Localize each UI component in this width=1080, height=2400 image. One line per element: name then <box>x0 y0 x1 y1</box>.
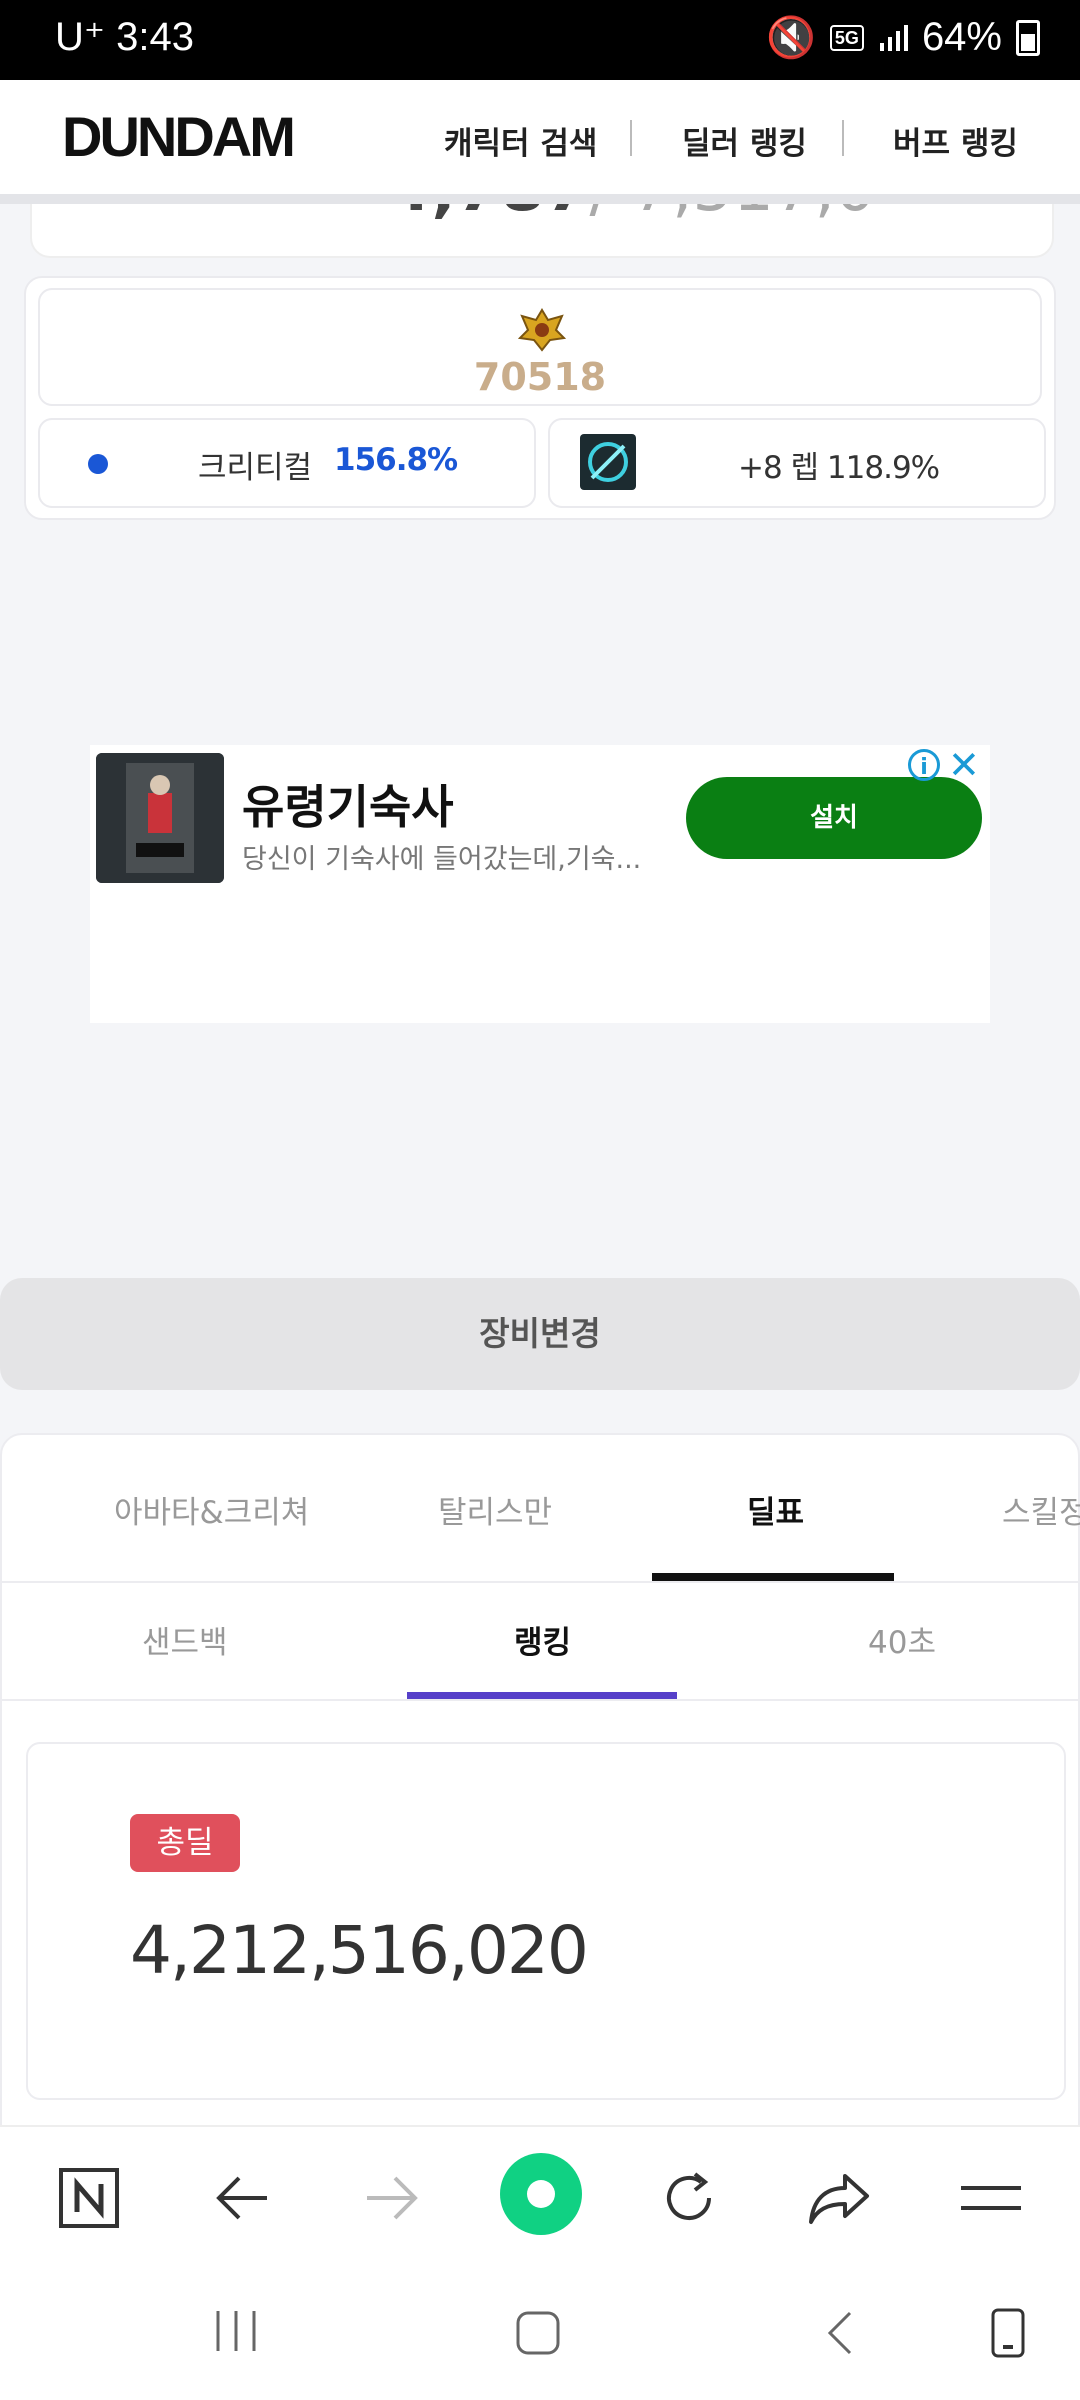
fame-box: 70518 <box>38 288 1042 406</box>
crit-value: 156.8% <box>334 442 458 478</box>
fame-emblem-icon <box>518 308 566 352</box>
fame-value: 70518 <box>473 355 607 399</box>
naver-home-icon[interactable] <box>54 2163 124 2233</box>
subtab-divider <box>2 1699 1080 1701</box>
subtab-sandbag[interactable]: 샌드백 <box>142 1617 228 1662</box>
subtab-40sec[interactable]: 40초 <box>868 1617 936 1662</box>
ad-description[interactable]: 당신이 기숙사에 들어갔는데,기숙... <box>242 837 641 876</box>
tab-avatar-creature[interactable]: 아바타&크리쳐 <box>114 1487 309 1532</box>
ad-banner[interactable]: 유령기숙사 당신이 기숙사에 들어갔는데,기숙... 설치 i ✕ <box>90 743 990 1023</box>
tab-skill[interactable]: 스킬정 <box>1002 1487 1080 1532</box>
site-logo[interactable]: DUNDAM <box>62 104 296 169</box>
nav-divider <box>630 120 632 156</box>
reinforce-text: +8 렙 118.9% <box>738 450 940 486</box>
refresh-icon[interactable] <box>654 2163 724 2233</box>
system-nav-bar <box>0 2265 1080 2400</box>
nav-divider <box>842 120 844 156</box>
header-shadow <box>0 194 1080 204</box>
status-icons: 🔇 5G 64% <box>766 14 1040 61</box>
nav-character-search[interactable]: 캐릭터 검색 <box>444 118 597 163</box>
battery-percent: 64% <box>921 15 1002 59</box>
network-badge: 5G <box>829 24 864 51</box>
total-damage-badge: 총딜 <box>130 1814 240 1872</box>
total-damage-value: 4,212,516,020 <box>130 1912 589 1989</box>
battery-icon <box>1016 19 1040 56</box>
forward-arrow-icon[interactable] <box>356 2163 426 2233</box>
share-icon[interactable] <box>804 2163 874 2233</box>
equip-change-button[interactable]: 장비변경 <box>0 1278 1080 1390</box>
home-icon[interactable] <box>514 2309 562 2357</box>
recents-icon[interactable] <box>212 2309 260 2353</box>
nav-dealer-ranking[interactable]: 딜러 랭킹 <box>682 118 807 163</box>
subtab-active-indicator <box>407 1692 677 1699</box>
site-header: DUNDAM 캐릭터 검색 딜러 랭킹 버프 랭킹 <box>0 80 1080 194</box>
ad-title[interactable]: 유령기숙사 <box>242 771 454 837</box>
tab-active-indicator <box>652 1573 894 1581</box>
weapon-item-icon <box>580 434 636 490</box>
tab-divider <box>2 1581 1080 1583</box>
tab-damage-table[interactable]: 딜표 <box>747 1487 804 1532</box>
ad-install-button[interactable]: 설치 <box>686 777 982 859</box>
crit-box: 크리티컬 156.8% <box>38 418 536 508</box>
mute-icon: 🔇 <box>766 16 816 60</box>
green-dot-icon <box>527 2180 555 2208</box>
phone-keyboard-icon[interactable] <box>990 2307 1026 2359</box>
back-arrow-icon[interactable] <box>208 2163 278 2233</box>
back-nav-icon[interactable] <box>824 2309 856 2357</box>
subtab-ranking[interactable]: 랭킹 <box>514 1617 571 1662</box>
green-dot-button[interactable] <box>500 2153 582 2235</box>
status-bar: U⁺ 3:43 🔇 5G 64% <box>0 0 1080 80</box>
ad-info-icon[interactable]: i <box>908 749 940 781</box>
browser-toolbar <box>0 2125 1080 2267</box>
reinforce-box: +8 렙 118.9% <box>548 418 1046 508</box>
tab-talisman[interactable]: 탈리스만 <box>438 1487 552 1532</box>
total-damage-card: 총딜 4,212,516,020 <box>26 1742 1066 2100</box>
ad-thumbnail[interactable] <box>96 753 224 883</box>
stat-card: 70518 크리티컬 156.8% +8 렙 118.9% <box>24 276 1056 520</box>
crit-label: 크리티컬 <box>198 450 313 486</box>
signal-icon <box>879 24 908 51</box>
ad-close-icon[interactable]: ✕ <box>948 743 980 787</box>
menu-icon[interactable] <box>956 2163 1026 2233</box>
status-time: U⁺ 3:43 <box>55 15 194 59</box>
nav-buff-ranking[interactable]: 버프 랭킹 <box>893 118 1018 163</box>
crit-dot-icon <box>88 454 108 474</box>
